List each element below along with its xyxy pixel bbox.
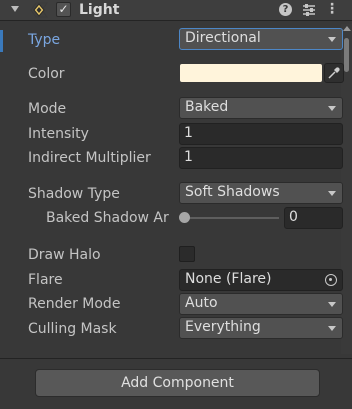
intensity-label: Intensity <box>28 126 89 142</box>
indirect-multiplier-label: Indirect Multiplier <box>28 150 151 166</box>
color-swatch[interactable] <box>180 64 322 82</box>
render-mode-label: Render Mode <box>28 296 121 312</box>
scrollbar-thumb[interactable] <box>344 38 349 72</box>
eyedropper-button[interactable] <box>324 63 344 83</box>
culling-mask-value: Everything <box>185 319 261 335</box>
slider-handle[interactable] <box>179 212 190 223</box>
chevron-down-icon <box>328 37 336 42</box>
type-label: Type <box>28 32 61 48</box>
add-component-button[interactable]: Add Component <box>35 369 320 397</box>
flare-value: None (Flare) <box>185 271 272 287</box>
culling-mask-dropdown[interactable]: Everything <box>179 317 343 339</box>
type-value: Directional <box>185 30 261 46</box>
light-icon <box>30 2 48 18</box>
chevron-down-icon <box>328 191 336 196</box>
draw-halo-checkbox[interactable] <box>179 246 195 262</box>
render-mode-dropdown[interactable]: Auto <box>179 293 343 315</box>
chevron-down-icon <box>328 106 336 111</box>
chevron-down-icon <box>328 326 336 331</box>
more-options-icon[interactable]: ⋮ <box>325 2 339 18</box>
indirect-multiplier-field[interactable]: 1 <box>179 147 343 169</box>
enable-checkbox[interactable]: ✓ <box>56 2 71 17</box>
color-label: Color <box>28 66 65 82</box>
selection-indicator <box>0 30 3 52</box>
baked-shadow-angle-slider[interactable] <box>180 217 279 219</box>
component-title: Light <box>79 2 120 18</box>
object-picker-icon[interactable] <box>325 274 337 286</box>
foldout-arrow-icon[interactable] <box>11 6 19 12</box>
preset-icon[interactable] <box>301 2 317 18</box>
scroll-up-icon[interactable] <box>343 26 351 31</box>
culling-mask-label: Culling Mask <box>28 321 117 337</box>
shadow-type-value: Soft Shadows <box>185 184 280 200</box>
mode-dropdown[interactable]: Baked <box>179 97 343 119</box>
render-mode-value: Auto <box>185 295 218 311</box>
shadow-type-dropdown[interactable]: Soft Shadows <box>179 182 343 204</box>
draw-halo-label: Draw Halo <box>28 247 101 263</box>
mode-value: Baked <box>185 99 229 115</box>
mode-label: Mode <box>28 101 67 117</box>
flare-label: Flare <box>28 272 63 288</box>
component-header: ✓ Light ? ⋮ <box>0 0 352 21</box>
chevron-down-icon <box>328 302 336 307</box>
help-icon[interactable]: ? <box>279 3 292 16</box>
type-dropdown[interactable]: Directional <box>179 28 343 50</box>
flare-object-field[interactable]: None (Flare) <box>179 269 343 291</box>
divider <box>0 358 352 359</box>
shadow-type-label: Shadow Type <box>28 186 120 202</box>
baked-shadow-angle-label: Baked Shadow Ar <box>46 210 169 226</box>
eyedropper-icon <box>328 67 340 79</box>
baked-shadow-angle-field[interactable]: 0 <box>284 207 343 229</box>
intensity-field[interactable]: 1 <box>179 123 343 145</box>
